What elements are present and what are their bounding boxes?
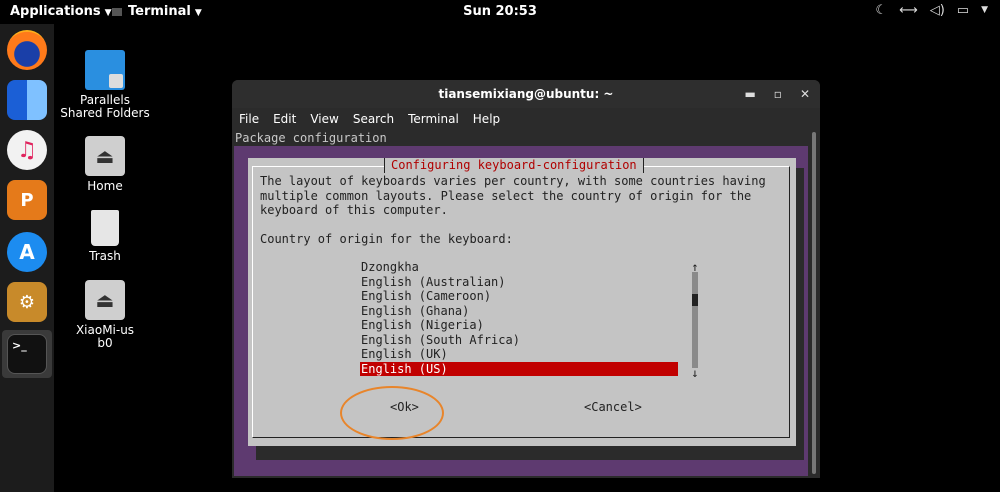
- app-store-icon[interactable]: A: [7, 232, 47, 272]
- list-scrollbar[interactable]: ↑ ↓: [690, 261, 700, 379]
- shared-folder-icon: [85, 50, 125, 90]
- window-titlebar[interactable]: tiansemixiang@ubuntu: ~ ▬ ▫ ✕: [232, 80, 820, 108]
- menu-bar: File Edit View Search Terminal Help: [232, 108, 820, 130]
- desktop-icon-xiaomi-usb0[interactable]: ⏏ XiaoMi-usb0: [60, 280, 150, 350]
- dialog-description: The layout of keyboards varies per count…: [260, 174, 766, 246]
- clock[interactable]: Sun 20:53: [463, 4, 537, 19]
- trash-icon: [91, 210, 119, 246]
- dialog-title: Configuring keyboard-configuration: [384, 158, 644, 173]
- scroll-track: [692, 272, 698, 368]
- list-item[interactable]: English (UK): [360, 347, 680, 362]
- firefox-icon[interactable]: [7, 30, 47, 70]
- desktop-icon-label: Home: [87, 179, 123, 193]
- finder-icon[interactable]: [7, 80, 47, 120]
- list-item[interactable]: English (Ghana): [360, 304, 680, 319]
- list-item[interactable]: English (South Africa): [360, 333, 680, 348]
- highlight-circle: [340, 386, 444, 440]
- chevron-down-icon: ▼: [104, 8, 112, 18]
- night-mode-icon: ☾: [875, 3, 888, 18]
- system-tray[interactable]: ☾ ⟷ ◁) ▭ ▼: [875, 3, 988, 18]
- chevron-down-icon: ▼: [194, 8, 202, 18]
- cancel-button[interactable]: <Cancel>: [584, 400, 642, 414]
- list-item[interactable]: English (Cameroon): [360, 289, 680, 304]
- scroll-down-arrow[interactable]: ↓: [690, 367, 700, 379]
- chevron-down-icon: ▼: [981, 5, 988, 15]
- scroll-thumb[interactable]: [812, 132, 816, 474]
- desktop-icon-parallels-shared-folders[interactable]: Parallels Shared Folders: [60, 50, 150, 120]
- country-list[interactable]: Dzongkha English (Australian) English (C…: [360, 260, 680, 376]
- terminal-app-label: Terminal: [128, 4, 191, 19]
- terminal-icon: [112, 7, 122, 16]
- desktop-icon-label: XiaoMi-usb0: [75, 323, 135, 350]
- list-item[interactable]: Dzongkha: [360, 260, 680, 275]
- desktop-icon-label: Trash: [89, 249, 121, 263]
- terminal-icon[interactable]: >_: [7, 334, 47, 374]
- applications-label: Applications: [10, 4, 101, 19]
- window-title: tiansemixiang@ubuntu: ~: [438, 87, 614, 101]
- menu-edit[interactable]: Edit: [273, 112, 296, 126]
- menu-terminal[interactable]: Terminal: [408, 112, 459, 126]
- keyboard-config-dialog: Configuring keyboard-configuration The l…: [248, 158, 796, 446]
- maximize-icon[interactable]: ▫: [774, 80, 782, 108]
- presentation-icon[interactable]: P: [7, 180, 47, 220]
- desktop-icon-trash[interactable]: Trash: [60, 208, 150, 263]
- close-icon[interactable]: ✕: [800, 80, 810, 108]
- volume-icon: ◁): [929, 3, 945, 18]
- dock: ♫ P A ⚙ >_: [0, 24, 54, 492]
- package-configuration-header: Package configuration: [234, 130, 808, 146]
- network-icon: ⟷: [899, 3, 918, 18]
- archive-icon[interactable]: ⚙: [7, 282, 47, 322]
- scroll-up-arrow[interactable]: ↑: [690, 261, 700, 273]
- power-icon: ▭: [956, 3, 970, 18]
- terminal-scrollbar[interactable]: [810, 130, 818, 476]
- list-item[interactable]: English (Australian): [360, 275, 680, 290]
- desktop-icon-home[interactable]: ⏏ Home: [60, 136, 150, 193]
- top-bar: Applications ▼ Terminal ▼ Sun 20:53 ☾ ⟷ ◁)…: [0, 0, 1000, 24]
- menu-search[interactable]: Search: [353, 112, 394, 126]
- terminal-content[interactable]: Package configuration Configuring keyboa…: [234, 130, 808, 476]
- applications-menu[interactable]: Applications ▼: [10, 4, 112, 19]
- list-item-selected[interactable]: English (US): [360, 361, 678, 376]
- terminal-app-menu[interactable]: Terminal ▼: [112, 4, 202, 19]
- scroll-thumb[interactable]: [692, 294, 698, 306]
- drive-icon: ⏏: [85, 280, 125, 320]
- menu-file[interactable]: File: [239, 112, 259, 126]
- menu-view[interactable]: View: [310, 112, 338, 126]
- menu-help[interactable]: Help: [473, 112, 500, 126]
- drive-icon: ⏏: [85, 136, 125, 176]
- music-icon[interactable]: ♫: [7, 130, 47, 170]
- terminal-window: tiansemixiang@ubuntu: ~ ▬ ▫ ✕ File Edit …: [232, 80, 820, 478]
- list-item[interactable]: English (Nigeria): [360, 318, 680, 333]
- desktop-icon-label: Parallels Shared Folders: [60, 93, 150, 120]
- minimize-icon[interactable]: ▬: [744, 80, 755, 108]
